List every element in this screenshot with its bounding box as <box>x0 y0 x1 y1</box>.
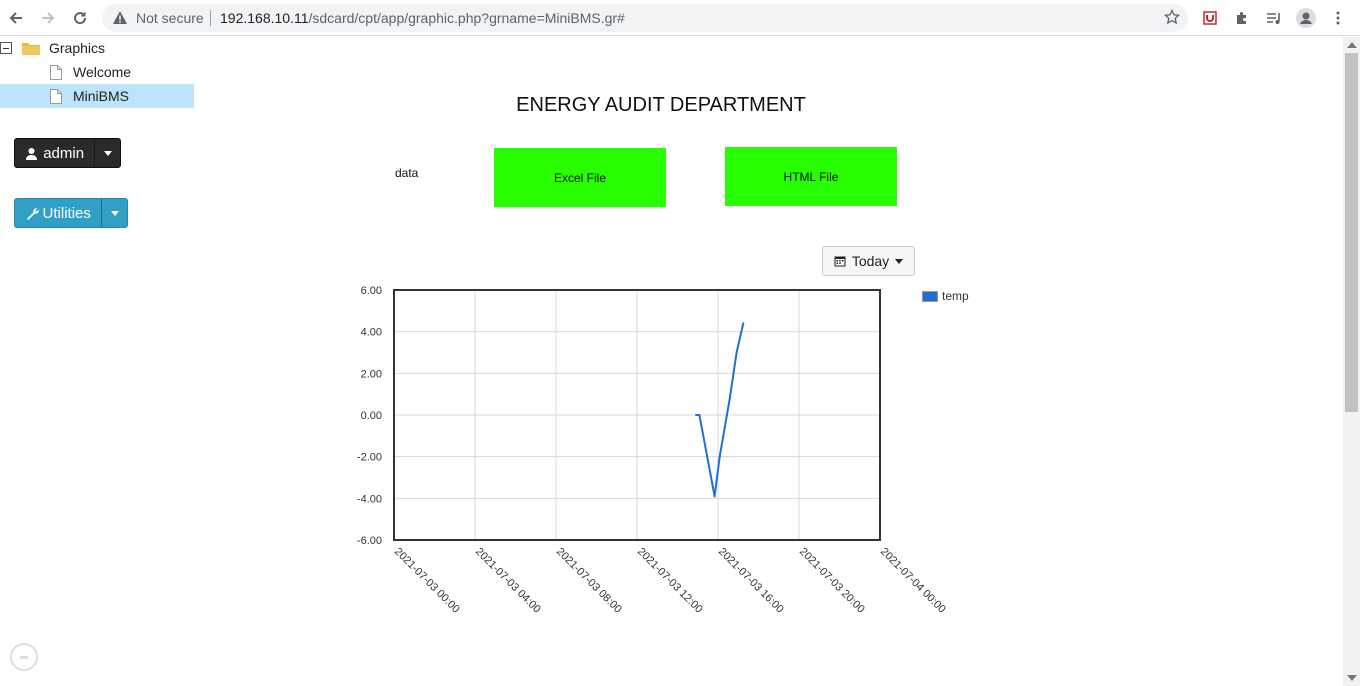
data-point <box>713 495 716 498</box>
extension-shield-icon[interactable] <box>1198 6 1222 30</box>
excel-file-button[interactable]: Excel File <box>494 148 666 207</box>
user-icon <box>25 147 38 160</box>
y-tick-label: 0.00 <box>361 410 382 422</box>
y-tick-label: 4.00 <box>361 327 382 339</box>
security-label: Not secure <box>136 10 204 26</box>
user-button[interactable]: admin <box>15 139 94 167</box>
y-tick-label: -4.00 <box>357 493 382 505</box>
calendar-icon <box>834 255 846 267</box>
x-tick-label: 2021-07-04 00:00 <box>878 546 948 616</box>
utilities-button-label: Utilities <box>42 204 91 222</box>
user-dropdown-toggle[interactable] <box>94 139 120 167</box>
legend-label: temp <box>942 289 969 303</box>
y-tick-label: 6.00 <box>361 285 382 297</box>
folder-icon <box>22 41 40 55</box>
tree-root-label: Graphics <box>49 40 106 56</box>
warning-icon[interactable] <box>112 10 128 31</box>
utilities-button-group[interactable]: Utilities <box>14 198 128 228</box>
date-range-label: Today <box>851 253 890 269</box>
omnibox-divider <box>210 10 211 26</box>
data-point <box>735 351 738 354</box>
url-text[interactable]: 192.168.10.11/sdcard/cpt/app/graphic.php… <box>220 10 625 26</box>
caret-down-icon <box>110 210 119 216</box>
x-tick-label: 2021-07-03 04:00 <box>473 546 543 616</box>
media-queue-icon[interactable] <box>1262 6 1286 30</box>
scroll-up-icon[interactable] <box>1347 42 1357 48</box>
tree-item-minibms[interactable]: MiniBMS <box>0 84 194 108</box>
minimize-circle-icon[interactable] <box>10 643 38 671</box>
reload-icon[interactable] <box>68 6 92 30</box>
tree-item-label: Welcome <box>73 64 132 80</box>
html-file-button[interactable]: HTML File <box>725 147 897 206</box>
x-tick-label: 2021-07-03 08:00 <box>554 546 624 616</box>
scroll-thumb[interactable] <box>1345 53 1358 412</box>
scroll-down-icon[interactable] <box>1347 675 1357 681</box>
data-point <box>742 322 745 325</box>
tree-item-welcome[interactable]: Welcome <box>0 60 194 84</box>
data-point <box>718 455 721 458</box>
data-point <box>698 414 701 416</box>
bookmark-star-icon[interactable] <box>1163 8 1181 30</box>
browser-toolbar: Not secure 192.168.10.11/sdcard/cpt/app/… <box>0 0 1360 36</box>
x-tick-label: 2021-07-03 16:00 <box>716 546 786 616</box>
page-scrollbar[interactable] <box>1343 37 1360 686</box>
temperature-chart: 6.00 4.00 2.00 0.00 -2.00 -4.00 -6.00 2021-07-0… <box>357 285 948 616</box>
caret-down-icon <box>895 258 904 264</box>
tree-item-label: MiniBMS <box>73 88 130 104</box>
date-range-button[interactable]: Today <box>822 246 915 276</box>
page-title: ENERGY AUDIT DEPARTMENT <box>516 94 806 116</box>
x-tick-label: 2021-07-03 20:00 <box>797 546 867 616</box>
tree-root-graphics[interactable]: Graphics <box>22 36 194 60</box>
wrench-icon <box>26 207 39 220</box>
x-tick-label: 2021-07-03 12:00 <box>635 546 705 616</box>
utilities-button[interactable]: Utilities <box>15 199 101 227</box>
y-tick-label: -2.00 <box>357 452 382 464</box>
forward-icon[interactable] <box>36 6 60 30</box>
file-icon <box>50 64 62 80</box>
address-bar[interactable]: Not secure 192.168.10.11/sdcard/cpt/app/… <box>102 4 1188 32</box>
user-button-group[interactable]: admin <box>14 138 121 168</box>
data-label: data <box>395 166 419 180</box>
x-tick-label: 2021-07-03 00:00 <box>392 546 462 616</box>
data-point <box>695 414 698 416</box>
y-tick-label: -6.00 <box>357 535 382 547</box>
chart-legend: temp <box>922 289 969 303</box>
collapse-toggle-icon[interactable] <box>0 42 12 54</box>
utilities-dropdown-toggle[interactable] <box>101 199 127 227</box>
data-point <box>728 397 731 400</box>
caret-down-icon <box>103 150 112 156</box>
series-line-temp <box>696 323 745 498</box>
extensions-puzzle-icon[interactable] <box>1230 6 1254 30</box>
y-tick-label: 2.00 <box>361 368 382 380</box>
menu-kebab-icon[interactable] <box>1326 6 1350 30</box>
legend-swatch <box>922 290 938 302</box>
back-icon[interactable] <box>4 6 28 30</box>
profile-avatar-icon[interactable] <box>1294 6 1318 30</box>
file-icon <box>50 88 62 104</box>
user-button-label: admin <box>43 144 85 162</box>
